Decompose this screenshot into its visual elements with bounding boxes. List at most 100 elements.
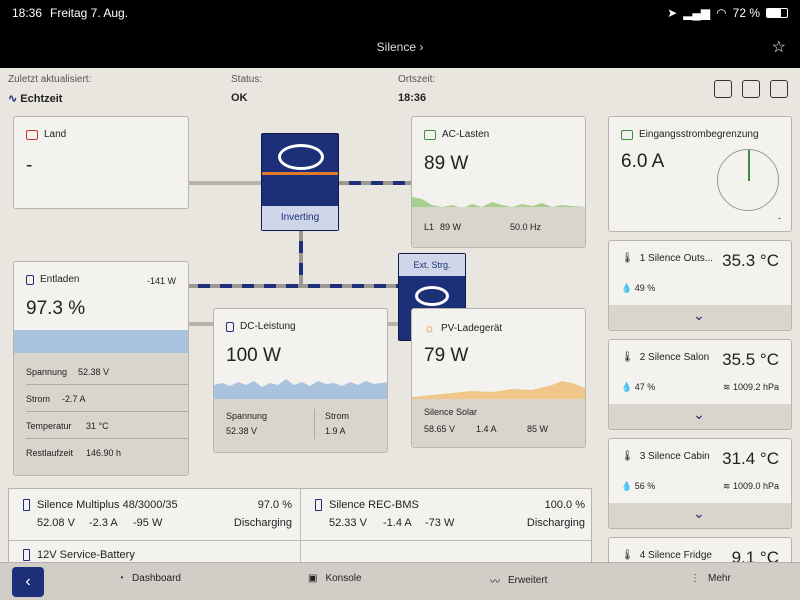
pv-charger-card[interactable]: ☼ PV-Ladegerät 79 W Silence Solar 58.65 V… [411,308,586,448]
toggles-view-icon[interactable] [770,80,788,98]
ac-loads-card[interactable]: AC-Lasten 89 W L1 89 W 50.0 Hz [411,116,586,248]
ac-loads-value: 89 W [424,153,469,174]
device-current: -1.4 A [383,517,412,529]
site-title[interactable]: Silence › [0,40,800,54]
victron-logo-icon [415,286,449,306]
nav-dashboard[interactable]: ◔ Dashboard [118,573,181,584]
console-icon: ▣ [308,573,318,584]
wire [188,284,400,288]
wire [299,231,303,286]
clock: 18:36 [12,6,43,20]
device-voltage: 52.33 V [329,517,367,529]
bottom-nav: ‹ ◔ Dashboard ▣ Konsole 〰 Erweitert ⋮ Mehr [0,562,800,600]
battery-details: Spannung 52.38 V Strom -2.7 A Temperatur… [14,353,188,475]
battery-icon [23,499,30,511]
view-toggles [714,80,788,98]
more-icon: ⋮ [690,573,700,584]
pressure-icon: ≋ [722,382,731,392]
tiles-view-icon[interactable] [742,80,760,98]
victron-logo-icon [278,144,324,170]
updated-value: ∿ Echtzeit [8,93,63,105]
pv-voltage: 58.65 V [424,424,456,434]
battery-icon [315,499,322,511]
dc-power-header: DC-Leistung [226,321,296,332]
back-button[interactable]: ‹ [12,567,44,597]
chart-line-icon: 〰 [490,577,500,588]
device-item[interactable]: Silence REC-BMS 100.0 % 52.33 V -1.4 A -… [301,489,591,540]
sensor-humidity: 💧 56 % [621,481,656,491]
divider [26,384,188,385]
wifi-icon: ◠ [716,6,727,20]
updated-label: Zuletzt aktualisiert: [8,74,92,85]
hide-diagram-icon[interactable] [714,80,732,98]
battery-icon [23,549,30,561]
wire [339,181,411,185]
input-limit-card[interactable]: Eingangsstrombegrenzung 6.0 A - [608,116,792,232]
sensor-card[interactable]: 🌡 3 Silence Cabin 31.4 °C 💧 56 % ≋ 1009.0… [608,438,792,529]
ext-ctrl-label: Ext. Strg. [399,254,465,276]
nav-more[interactable]: ⋮ Mehr [690,573,731,584]
wire [188,322,214,326]
sensor-temp: 35.5 °C [722,350,779,369]
sensor-expand[interactable]: ⌄ [609,503,791,528]
sensor-header: 🌡 3 Silence Cabin [621,451,710,462]
dc-power-card[interactable]: DC-Leistung 100 W Spannung 52.38 V Strom… [213,308,388,453]
battery-percent: 97.3 % [26,298,86,319]
pv-current: 1.4 A [476,424,497,434]
device-list: Silence Multiplus 48/3000/35 97.0 % 52.0… [8,488,592,568]
pv-header: ☼ PV-Ladegerät [424,321,503,335]
droplet-icon: 💧 [621,382,633,392]
device-percent: 100.0 % [544,499,585,511]
info-bar: Zuletzt aktualisiert: ∿ Echtzeit Status:… [0,68,800,112]
chevron-down-icon: ⌄ [693,505,705,521]
localtime-value: 18:36 [398,92,427,104]
battery-voltage-value: 52.38 V [78,367,110,377]
sensor-header: 🌡 4 Silence Fridge [621,550,712,561]
chevron-down-icon: ⌄ [693,307,705,323]
chevron-down-icon: ⌄ [693,406,705,422]
sensor-card[interactable]: 🌡 1 Silence Outs... 35.3 °C 💧 49 % ⌄ [608,240,792,331]
thermometer-icon: 🌡 [621,451,634,462]
dc-power-value: 100 W [226,345,281,366]
pv-value: 79 W [424,345,469,366]
divider [26,411,188,412]
battery-current-value: -2.7 A [62,394,86,404]
chevron-left-icon: ‹ [25,573,31,590]
sensor-humidity: 💧 47 % [621,382,656,392]
input-limit-value: 6.0 A [621,151,665,172]
status-label: Status: [231,74,263,85]
plug-icon [26,129,38,140]
sensor-expand[interactable]: ⌄ [609,305,791,330]
dc-current-value: 1.9 A [325,426,346,436]
battery-runtime-label: Restlaufzeit [26,448,74,458]
device-current: -2.3 A [89,517,118,529]
star-icon[interactable]: ☆ [772,37,786,57]
divider [314,409,315,439]
dc-power-details: Spannung 52.38 V Strom 1.9 A [214,399,387,452]
nav-console[interactable]: ▣ Konsole [308,573,362,584]
battery-card[interactable]: Entladen -141 W 97.3 % Spannung 52.38 V … [13,261,189,476]
land-card[interactable]: Land - [13,116,189,209]
battery-current-label: Strom [26,394,51,404]
droplet-icon: 💧 [621,481,633,491]
device-item[interactable]: Silence Multiplus 48/3000/35 97.0 % 52.0… [9,489,300,540]
battery-level-fill [14,330,188,354]
inverter-box[interactable]: Inverting [261,133,339,231]
device-state: Discharging [526,517,585,529]
input-limit-header: Eingangsstrombegrenzung [621,129,759,140]
wire [188,181,262,185]
sensor-expand[interactable]: ⌄ [609,404,791,429]
battery-temp-label: Temperatur [26,421,72,431]
device-power: -73 W [425,517,455,529]
battery-icon [26,274,34,285]
sensor-card[interactable]: 🌡 2 Silence Salon 35.5 °C 💧 47 % ≋ 1009.2… [608,339,792,430]
battery-icon [766,8,788,18]
ac-loads-footer: L1 89 W 50.0 Hz [412,207,585,247]
battery-runtime-value: 146.90 h [86,448,122,458]
status-bar: 18:36 Freitag 7. Aug. ➤ ▂▄▆ ◠ 72 % [0,0,800,26]
device-name: Silence Multiplus 48/3000/35 [37,499,178,511]
dc-battery-icon [226,321,234,332]
nav-advanced[interactable]: 〰 Erweitert [490,573,547,588]
device-voltage: 52.08 V [37,517,75,529]
battery-header: Entladen [26,274,79,285]
